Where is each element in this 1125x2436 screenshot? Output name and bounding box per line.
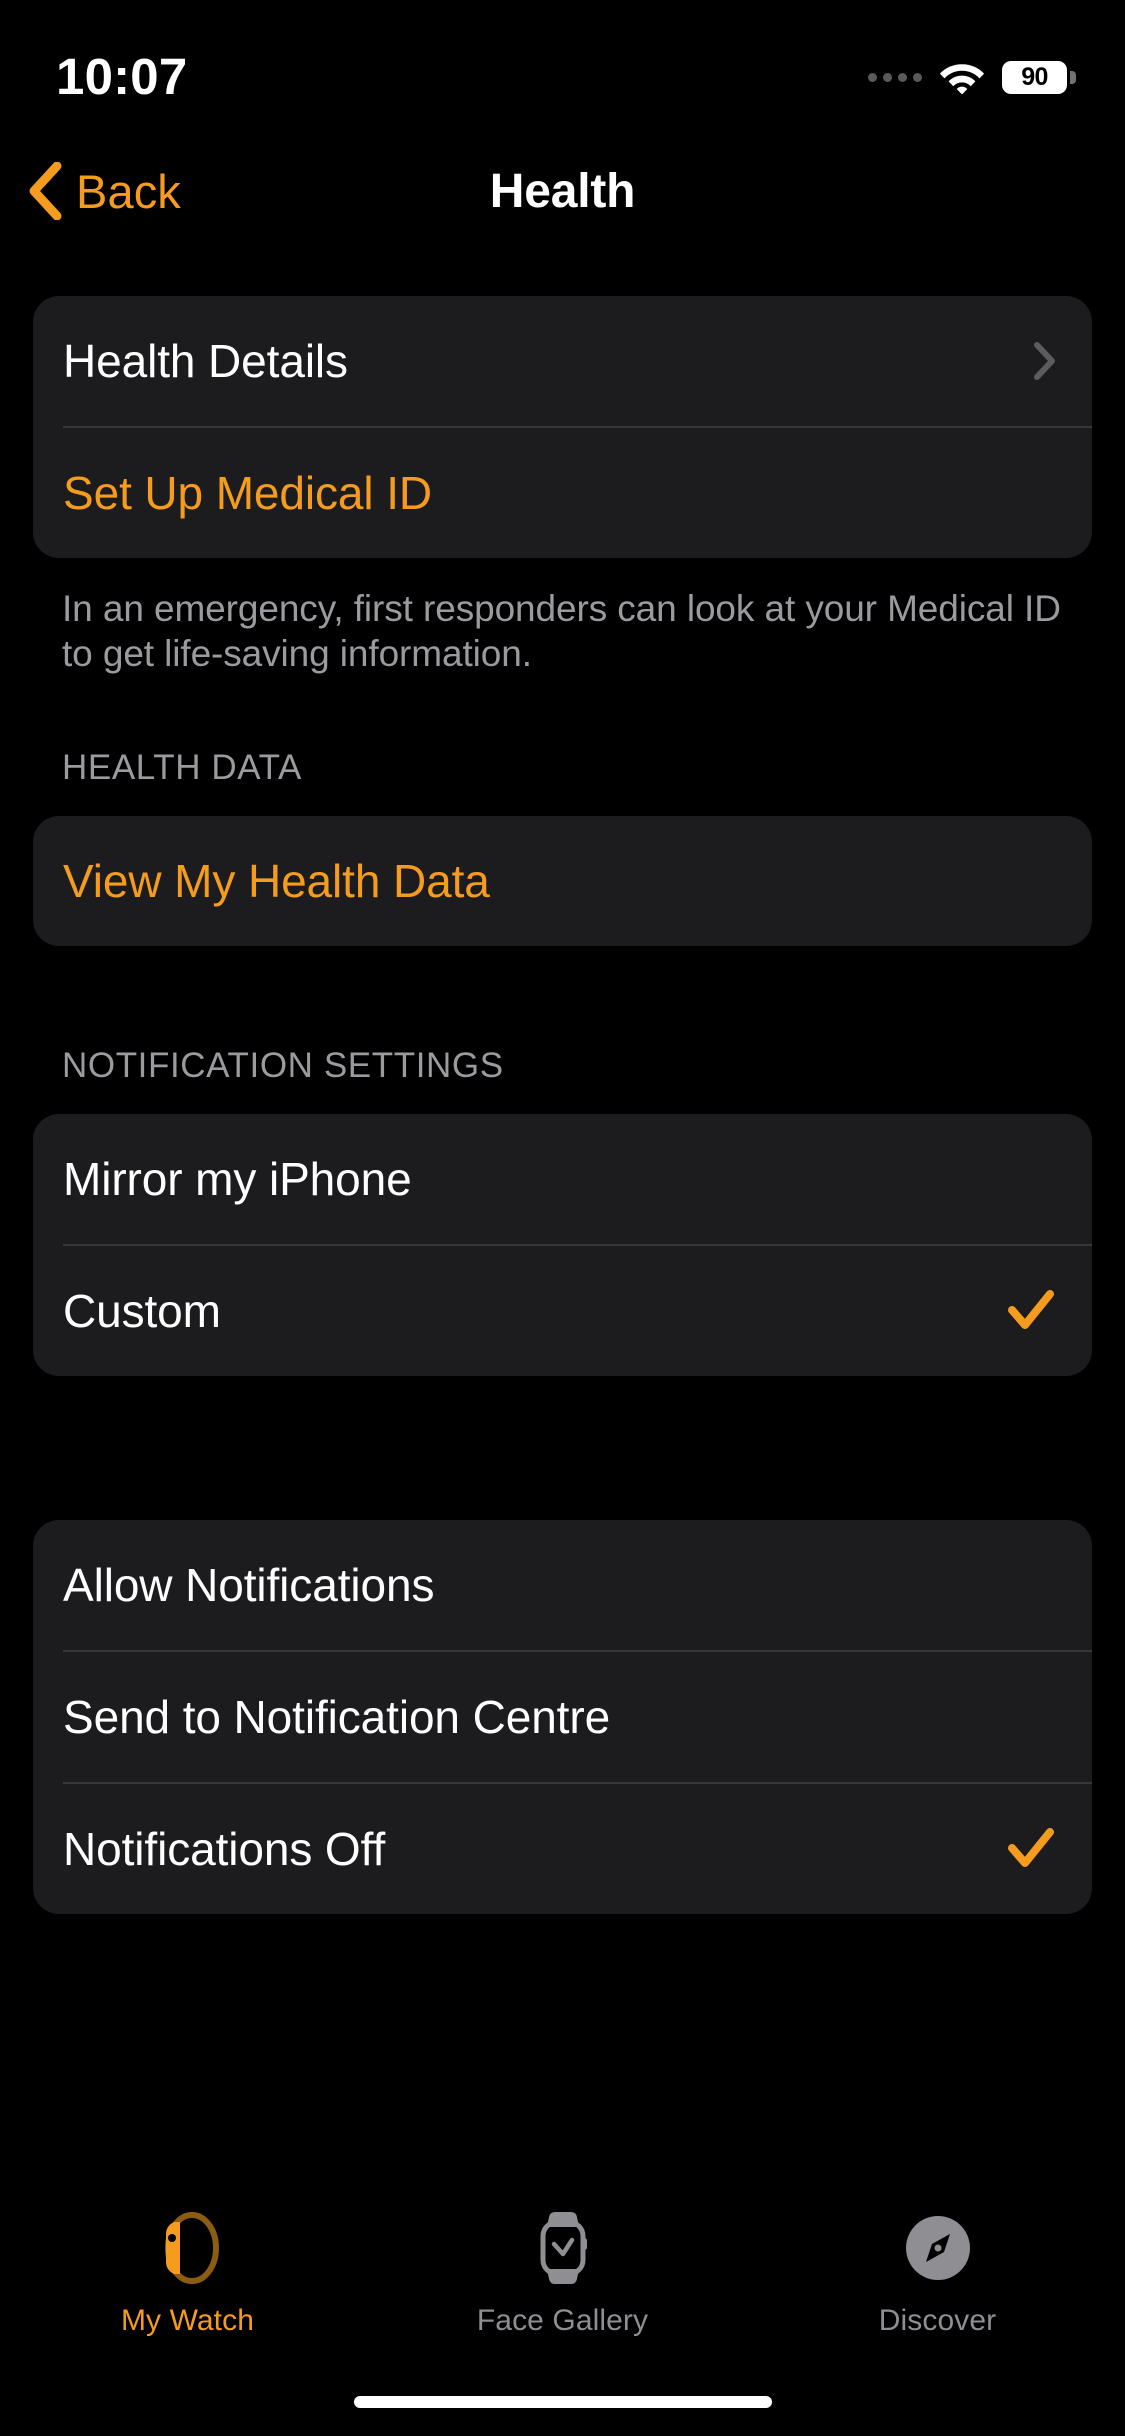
signal-dots-icon — [868, 72, 922, 82]
row-notifications-off[interactable]: Notifications Off — [33, 1784, 1092, 1914]
tab-my-watch-label: My Watch — [120, 2304, 255, 2337]
section-header-notification-settings: NOTIFICATION SETTINGS — [62, 1046, 504, 1085]
notification-settings-card: Mirror my iPhone Custom — [33, 1114, 1092, 1376]
row-allow-notifications[interactable]: Allow Notifications — [33, 1520, 1092, 1650]
row-health-details-label: Health Details — [63, 335, 348, 387]
health-details-card: Health Details Set Up Medical ID — [33, 296, 1092, 558]
settings-content: Health Details Set Up Medical ID In an e… — [0, 252, 1125, 1914]
row-allow-notifications-label: Allow Notifications — [63, 1559, 435, 1611]
row-custom-label: Custom — [63, 1285, 221, 1337]
row-mirror-my-iphone-label: Mirror my iPhone — [63, 1153, 412, 1205]
tab-my-watch[interactable]: My Watch — [0, 2202, 375, 2338]
tab-discover-label: Discover — [878, 2304, 997, 2337]
navigation-bar: Back Health — [0, 136, 1125, 246]
page-title: Health — [489, 164, 636, 218]
tab-discover[interactable]: Discover — [750, 2202, 1125, 2338]
notification-options-card: Allow Notifications Send to Notification… — [33, 1520, 1092, 1914]
app-screen: 10:07 90 Back Health Health Details Set … — [0, 0, 1125, 2436]
compass-icon — [902, 2202, 974, 2294]
row-health-details[interactable]: Health Details — [33, 296, 1092, 426]
section-header-health-data: HEALTH DATA — [62, 748, 302, 787]
row-set-up-medical-id-label: Set Up Medical ID — [63, 467, 432, 519]
watch-side-icon — [152, 2202, 224, 2294]
row-send-to-notification-centre-label: Send to Notification Centre — [63, 1691, 611, 1743]
chevron-right-icon — [1034, 342, 1055, 380]
medical-id-footnote: In an emergency, first responders can lo… — [62, 588, 1061, 674]
watch-face-icon — [527, 2202, 599, 2294]
tab-face-gallery[interactable]: Face Gallery — [375, 2202, 750, 2338]
battery-icon: 90 — [1002, 60, 1076, 94]
row-view-my-health-data[interactable]: View My Health Data — [33, 816, 1092, 946]
tab-face-gallery-label: Face Gallery — [476, 2304, 649, 2337]
checkmark-icon — [1008, 1828, 1054, 1867]
checkmark-icon — [1008, 1290, 1054, 1329]
row-notifications-off-label: Notifications Off — [63, 1823, 386, 1875]
row-set-up-medical-id[interactable]: Set Up Medical ID — [33, 428, 1092, 558]
row-view-my-health-data-label: View My Health Data — [63, 855, 490, 907]
row-custom[interactable]: Custom — [33, 1246, 1092, 1376]
health-data-card: View My Health Data — [33, 816, 1092, 946]
battery-level-label: 90 — [1021, 62, 1048, 91]
status-bar-time: 10:07 — [56, 47, 188, 105]
home-indicator[interactable] — [353, 2396, 772, 2408]
row-send-to-notification-centre[interactable]: Send to Notification Centre — [33, 1652, 1092, 1782]
row-mirror-my-iphone[interactable]: Mirror my iPhone — [33, 1114, 1092, 1244]
wifi-icon — [939, 64, 985, 94]
status-bar: 10:07 90 — [0, 0, 1125, 130]
status-bar-indicators: 90 — [868, 60, 1076, 94]
